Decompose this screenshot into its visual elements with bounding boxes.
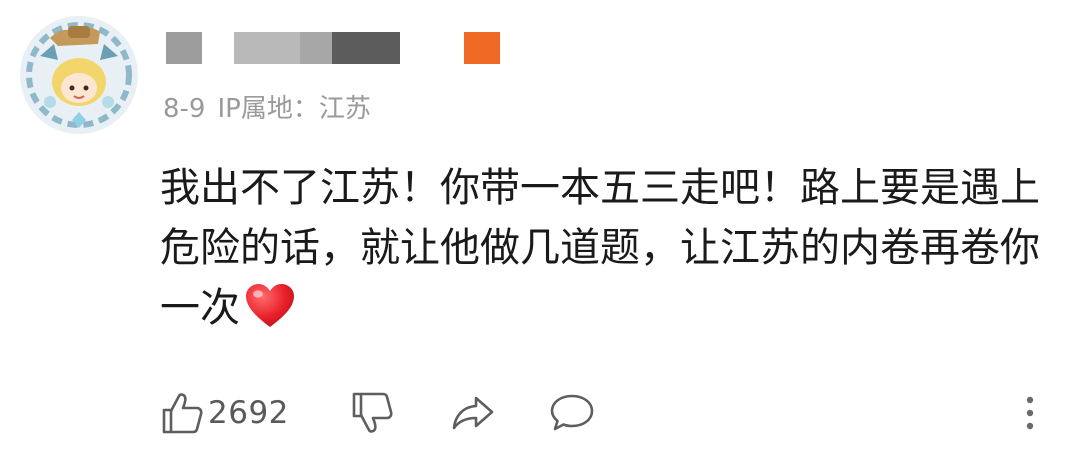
more-vertical-icon <box>1026 396 1034 430</box>
mosaic-block <box>332 32 400 64</box>
anime-character-avatar-icon <box>20 16 138 134</box>
mosaic-block <box>234 32 300 64</box>
speech-bubble-icon <box>550 394 594 431</box>
username-redacted[interactable] <box>166 32 500 64</box>
comment-meta: 8-9 IP属地：江苏 <box>163 92 371 126</box>
dislike-button[interactable] <box>350 388 396 438</box>
mosaic-block <box>300 32 332 64</box>
thumbs-down-icon <box>352 392 393 433</box>
comment-actions: 2692 <box>160 388 1060 438</box>
ip-location: IP属地：江苏 <box>217 94 371 124</box>
more-options-button[interactable] <box>1022 388 1038 438</box>
thumbs-up-icon <box>162 393 203 434</box>
user-badge <box>464 32 500 64</box>
like-button[interactable]: 2692 <box>160 388 289 438</box>
reply-button[interactable] <box>548 388 596 438</box>
mosaic-block <box>166 32 202 64</box>
red-heart-icon <box>246 284 294 327</box>
comment-date: 8-9 <box>163 94 206 124</box>
comment-text: 我出不了江苏！你带一本五三走吧！路上要是遇上危险的话，就让他做几道题，让江苏的内… <box>160 158 1040 338</box>
share-arrow-icon <box>452 396 494 430</box>
user-avatar[interactable] <box>20 16 138 134</box>
comment-card: 8-9 IP属地：江苏 我出不了江苏！你带一本五三走吧！路上要是遇上危险的话，就让… <box>0 0 1080 464</box>
like-count: 2692 <box>208 395 289 431</box>
share-button[interactable] <box>450 388 496 438</box>
